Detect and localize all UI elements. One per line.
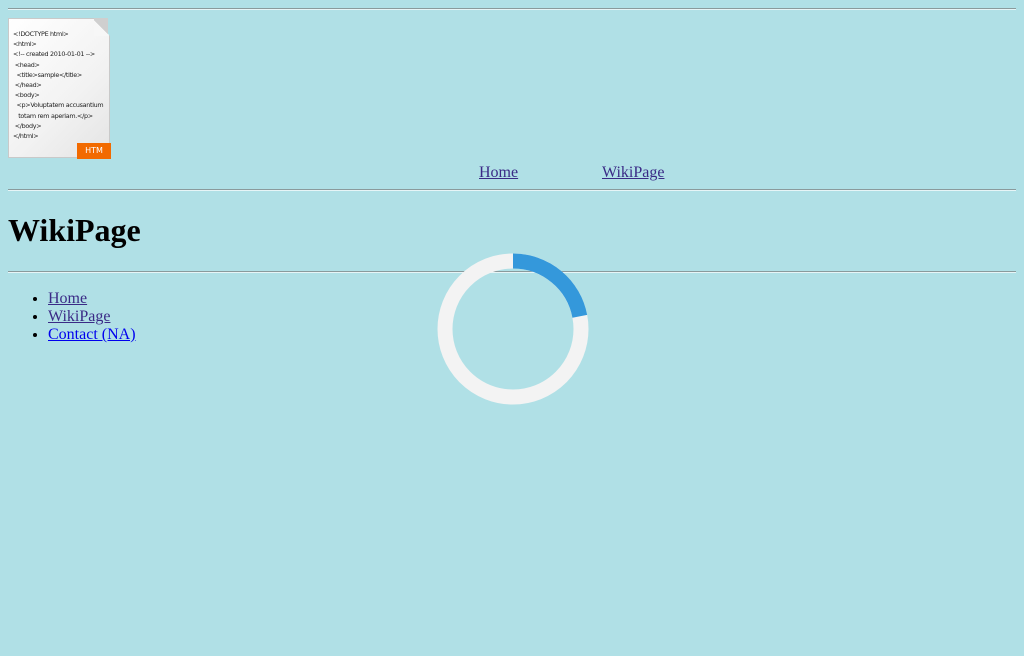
link-wikipage[interactable]: WikiPage xyxy=(48,308,110,325)
logo-code-line: <!-- created 2010-01-01 --> xyxy=(13,50,95,59)
html-file-icon: <!DOCTYPE html> <html> <!-- created 2010-0… xyxy=(8,18,112,160)
nav-link-wikipage[interactable]: WikiPage xyxy=(602,162,664,184)
header-divider xyxy=(8,189,1016,191)
list-item: WikiPage xyxy=(48,308,136,326)
list-item: Home xyxy=(48,290,136,308)
logo-code-line: <html> xyxy=(13,40,37,49)
logo-code-line: <head> xyxy=(13,60,40,69)
link-contact[interactable]: Contact (NA) xyxy=(48,326,136,343)
logo-code-line: </html> xyxy=(13,132,39,141)
logo-code-line: </body> xyxy=(13,121,42,130)
logo-code-line: totam rem aperiam.</p> xyxy=(13,111,93,120)
logo-code-line: <p>Voluptatem accusantium xyxy=(13,101,104,110)
logo-code-line: </head> xyxy=(13,81,42,90)
link-home[interactable]: Home xyxy=(48,290,87,307)
logo-code-text: <!DOCTYPE html> <html> <!-- created 2010-0… xyxy=(13,29,107,141)
top-divider xyxy=(8,8,1016,10)
logo-code-line: <!DOCTYPE html> xyxy=(13,30,69,38)
nav-link-home[interactable]: Home xyxy=(479,162,518,184)
page-title: WikiPage xyxy=(8,212,141,248)
list-item: Contact (NA) xyxy=(48,326,136,344)
loading-spinner-icon xyxy=(437,253,589,405)
htm-tag: HTM xyxy=(77,143,111,159)
logo-code-line: <title>sample</title> xyxy=(13,70,82,79)
logo-code-line: <body> xyxy=(13,91,40,100)
link-list: Home WikiPage Contact (NA) xyxy=(8,290,136,344)
top-navigation: Home WikiPage xyxy=(0,162,1024,184)
